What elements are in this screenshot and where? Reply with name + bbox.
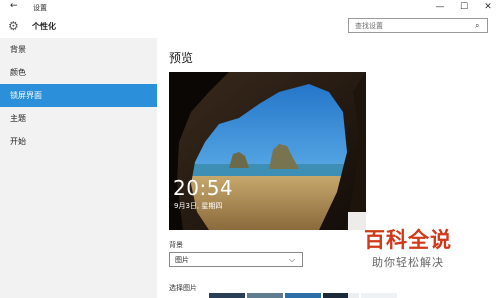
gear-icon: ⚙ [8, 19, 19, 33]
watermark-logo-text: 百科全说 [364, 228, 452, 252]
picture-thumbnail[interactable] [247, 293, 283, 298]
watermark: 百科全说 助你轻松解决 [348, 212, 500, 298]
chevron-down-icon: ⌵ [289, 255, 296, 264]
background-label: 背景 [169, 241, 183, 249]
close-button[interactable]: ✕ [476, 0, 500, 15]
search-placeholder: 查找设置 [355, 22, 383, 30]
minimize-button[interactable]: — [428, 0, 452, 15]
search-icon[interactable]: ⌕ [475, 20, 479, 32]
window-title: 设置 [33, 4, 47, 12]
sidebar-item-background[interactable]: 背景 [0, 38, 157, 61]
picture-thumbnail[interactable] [209, 293, 245, 298]
lock-date: 9月3日, 星期四 [174, 202, 223, 210]
sidebar-item-start[interactable]: 开始 [0, 130, 157, 153]
lock-screen-preview: 20:54 9月3日, 星期四 [169, 72, 366, 230]
preview-heading: 预览 [169, 51, 194, 65]
section-title: 个性化 [32, 22, 56, 31]
choose-picture-label: 选择图片 [169, 284, 197, 292]
back-arrow-icon[interactable]: ← [10, 2, 18, 11]
sidebar-item-lock-screen[interactable]: 锁屏界面 [0, 84, 157, 107]
title-bar: ← 设置 — ☐ ✕ [0, 0, 500, 15]
sidebar: 背景 颜色 锁屏界面 主题 开始 [0, 38, 157, 298]
sidebar-item-colors[interactable]: 颜色 [0, 61, 157, 84]
background-dropdown-value: 图片 [175, 256, 189, 264]
background-dropdown[interactable]: 图片 ⌵ [169, 252, 303, 267]
maximize-button[interactable]: ☐ [452, 0, 476, 15]
sidebar-item-themes[interactable]: 主题 [0, 107, 157, 130]
search-input[interactable]: 查找设置 ⌕ [348, 18, 488, 33]
lock-time: 20:54 [173, 176, 234, 200]
watermark-tagline: 助你轻松解决 [372, 256, 444, 269]
picture-thumbnail[interactable] [285, 293, 321, 298]
